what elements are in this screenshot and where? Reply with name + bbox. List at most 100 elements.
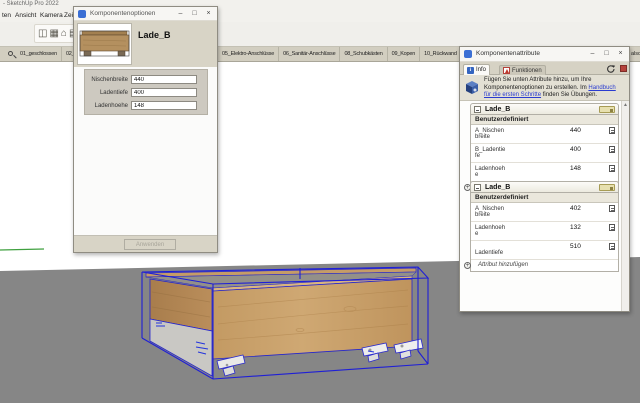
field-row: Nischenbreite <box>85 73 207 86</box>
materials-icon[interactable]: ▦ <box>49 29 58 39</box>
maximize-button[interactable]: □ <box>600 48 613 59</box>
attr-value[interactable]: 440 <box>570 127 581 134</box>
attr-label: Ladentiefe <box>471 249 507 258</box>
scene-tab-fragment[interactable]: alsch <box>631 51 640 57</box>
window-title: - SketchUp Pro 2022 <box>3 1 59 7</box>
sketchup-window: - SketchUp Pro 2022 ten Ansicht Kamera Z… <box>0 0 640 403</box>
attr-detail-icon[interactable] <box>609 165 615 172</box>
attributes-title: Komponentenattribute <box>476 50 540 57</box>
ladentiefe-label: Ladentiefe <box>85 90 131 96</box>
attr-value[interactable]: 402 <box>570 205 581 212</box>
funktionen-tab-icon <box>503 67 510 74</box>
tab-info[interactable]: i Info <box>463 64 490 75</box>
attr-value[interactable]: 400 <box>570 146 581 153</box>
dialog-icon <box>78 10 86 18</box>
attr-label: A_Nischenbreite <box>471 126 507 142</box>
home-icon[interactable]: ⌂ <box>61 29 67 39</box>
options-titlebar[interactable]: Komponentenoptionen – □ × <box>74 7 217 21</box>
nischenbreite-label: Nischenbreite <box>85 77 131 83</box>
refresh-icon[interactable] <box>606 64 616 74</box>
group-name: Lade_B <box>485 184 510 191</box>
scene-tab-05[interactable]: 05_Elektro-Anschlüsse <box>218 47 279 61</box>
menu-item-bearbeiten[interactable]: ten <box>2 12 11 19</box>
tab-funktionen-label: Funktionen <box>512 68 542 74</box>
add-attribute-label[interactable]: Attribut hinzufügen <box>478 262 528 268</box>
options-title: Komponentenoptionen <box>90 10 155 17</box>
attributes-content: Lade_B Benutzerdefiniert A_Nischenbreite… <box>460 101 629 311</box>
minimize-button[interactable]: – <box>174 8 187 19</box>
attributes-tabstrip: i Info Funktionen <box>460 62 629 75</box>
scroll-up-icon[interactable]: ▲ <box>622 102 629 108</box>
close-button[interactable]: × <box>614 48 627 59</box>
menu-item-zeichnen[interactable]: Zei <box>64 12 73 19</box>
options-footer: Anwenden <box>74 235 217 252</box>
scene-tab-08[interactable]: 08_Schubkästen <box>340 47 387 61</box>
attribute-row[interactable]: Ladentiefe 510 <box>471 241 618 260</box>
component-options-dialog: Komponentenoptionen – □ × Lade_B <box>73 6 218 253</box>
banner-text-after: finden Sie Übungen. <box>541 92 597 98</box>
banner-text: Fügen Sie unten Attribute hinzu, um Ihre… <box>484 77 622 100</box>
add-attribute-icon[interactable]: + <box>464 262 471 269</box>
minimize-button[interactable]: – <box>586 48 599 59</box>
detach-icon[interactable] <box>620 65 627 72</box>
attr-detail-icon[interactable] <box>609 146 615 153</box>
options-header: Lade_B <box>74 21 217 67</box>
attr-detail-icon[interactable] <box>609 205 615 212</box>
search-icon[interactable] <box>8 51 16 59</box>
ladenhoehe-label: Ladenhoehe <box>85 103 131 109</box>
attr-value[interactable]: 510 <box>570 243 581 250</box>
ladenhoehe-input[interactable] <box>131 101 197 110</box>
attributes-titlebar[interactable]: Komponentenattribute – □ × <box>460 47 629 62</box>
scene-tab-01[interactable]: 01_geschlossen <box>16 47 62 61</box>
ladentiefe-input[interactable] <box>131 88 197 97</box>
menu-item-kamera[interactable]: Kamera <box>40 12 63 19</box>
components-icon[interactable]: ◫ <box>38 29 47 39</box>
attr-label: B_Ladentiefe <box>471 145 507 161</box>
add-attribute-row[interactable]: + Attribut hinzufügen <box>471 260 618 271</box>
component-cube-icon <box>464 79 480 95</box>
tab-info-label: Info <box>476 67 486 73</box>
group-name: Lade_B <box>485 106 510 113</box>
attribute-row[interactable]: A_Nischenbreite 440 <box>471 125 618 144</box>
attr-value[interactable]: 132 <box>570 224 581 231</box>
nischenbreite-input[interactable] <box>131 75 197 84</box>
field-row: Ladentiefe <box>85 86 207 99</box>
close-button[interactable]: × <box>202 8 215 19</box>
attribute-row[interactable]: Ladenhoehe 132 <box>471 222 618 241</box>
collapse-icon[interactable] <box>474 106 481 113</box>
attr-label: A_Nischenbreite <box>471 204 507 220</box>
tab-funktionen[interactable]: Funktionen <box>499 65 546 75</box>
component-name: Lade_B <box>138 30 171 40</box>
dialog-icon <box>464 50 472 58</box>
component-attributes-dialog: Komponentenattribute – □ × i Info Funkti… <box>459 46 630 312</box>
attr-label: Ladenhoehe <box>471 223 507 239</box>
scene-tab-10[interactable]: 10_Rückwand <box>420 47 462 61</box>
group-header[interactable]: Lade_B <box>471 104 618 115</box>
banner-text-before: Fügen Sie unten Attribute hinzu, um Ihre… <box>484 77 591 91</box>
attribute-row[interactable]: B_Ladentiefe 400 <box>471 144 618 163</box>
attr-detail-icon[interactable] <box>609 243 615 250</box>
scene-tab-09[interactable]: 09_Kopen <box>388 47 420 61</box>
field-row: Ladenhoehe <box>85 99 207 112</box>
attr-detail-icon[interactable] <box>609 127 615 134</box>
section-header: Benutzerdefiniert <box>471 193 618 203</box>
options-body: Lade_B Nischenbreite Ladentiefe Ladenhoe… <box>74 21 217 252</box>
apply-button[interactable]: Anwenden <box>124 239 176 250</box>
scrollbar[interactable]: ▲ <box>621 101 629 311</box>
scene-tab-06[interactable]: 06_Sanitär-Anschlüsse <box>279 47 340 61</box>
attr-value[interactable]: 148 <box>570 165 581 172</box>
group-toggle-button[interactable] <box>599 184 615 191</box>
attribute-row[interactable]: A_Nischenbreite 402 <box>471 203 618 222</box>
info-tab-icon: i <box>467 67 474 74</box>
options-fields-panel: Nischenbreite Ladentiefe Ladenhoehe <box>84 69 208 115</box>
group-header[interactable]: Lade_B <box>471 182 618 193</box>
section-header: Benutzerdefiniert <box>471 115 618 125</box>
attribute-group-card: Lade_B Benutzerdefiniert A_Nischenbreite… <box>470 181 619 272</box>
group-toggle-button[interactable] <box>599 106 615 113</box>
attr-detail-icon[interactable] <box>609 224 615 231</box>
maximize-button[interactable]: □ <box>188 8 201 19</box>
menu-item-ansicht[interactable]: Ansicht <box>15 12 36 19</box>
attribute-row[interactable]: Ladenhoehe 148 <box>471 163 618 182</box>
info-banner: Fügen Sie unten Attribute hinzu, um Ihre… <box>460 75 629 101</box>
collapse-icon[interactable] <box>474 184 481 191</box>
